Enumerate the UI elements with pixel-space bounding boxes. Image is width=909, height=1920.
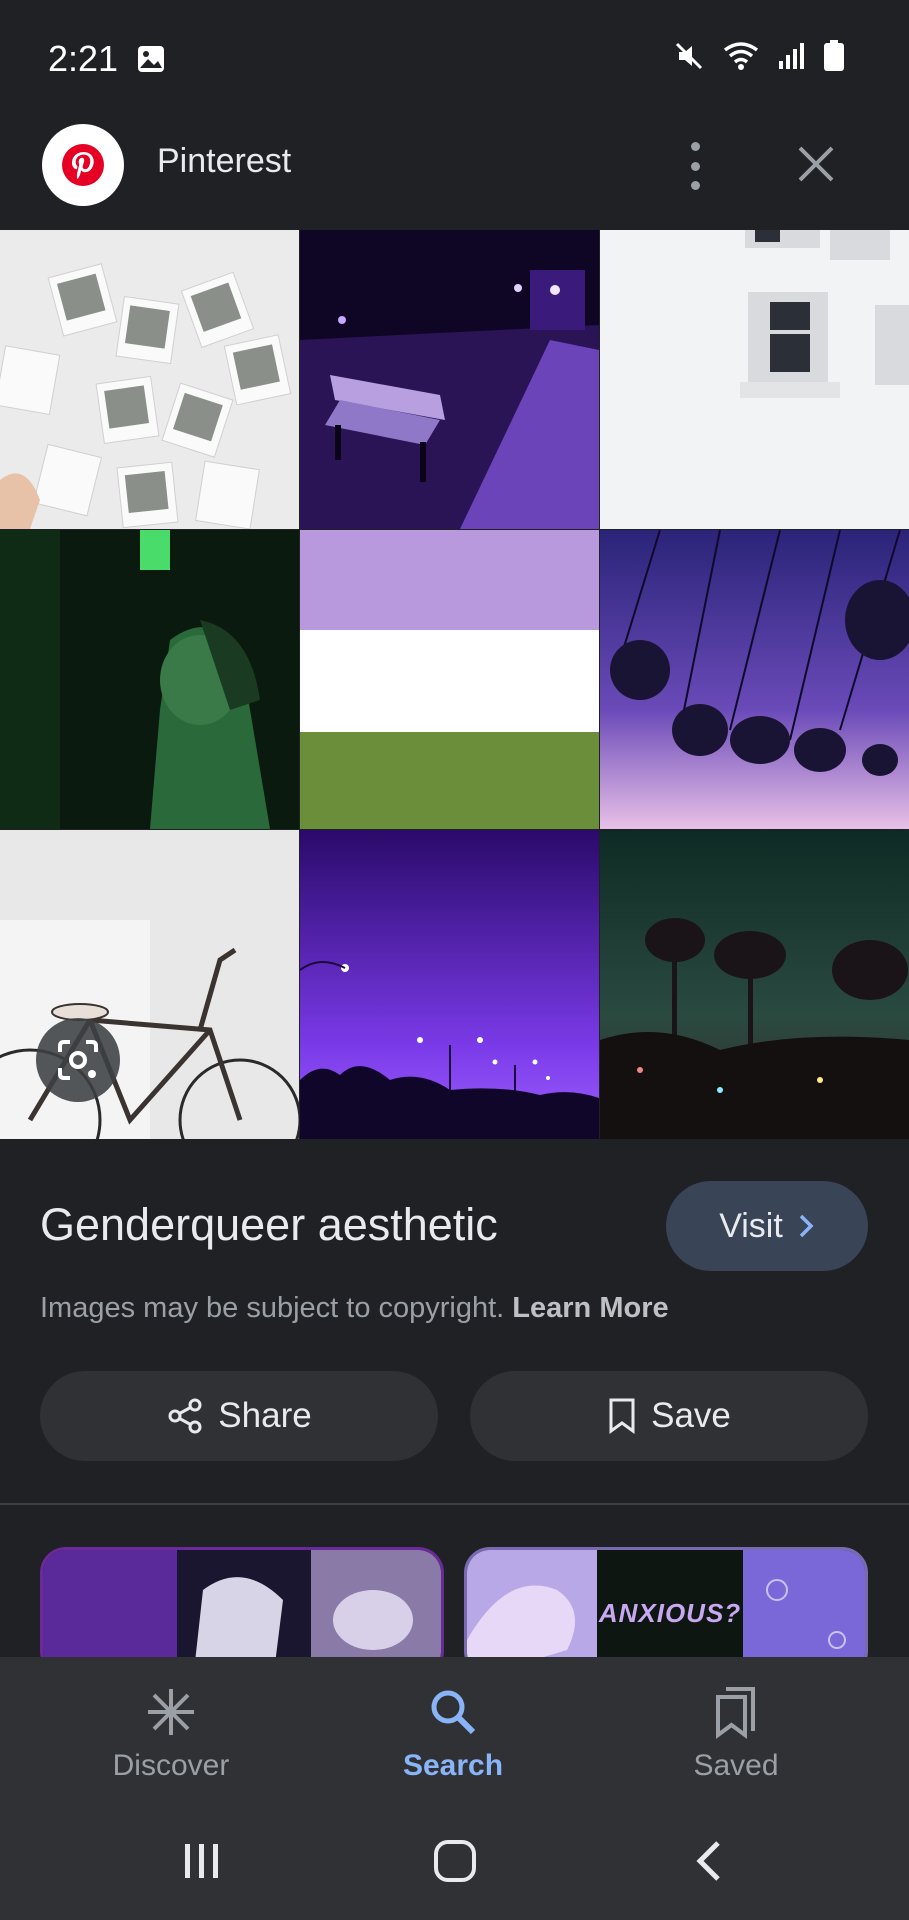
copyright-text: Images may be subject to copyright. <box>40 1292 505 1324</box>
close-icon <box>798 146 834 182</box>
tile-white-bicycle[interactable] <box>0 830 299 1139</box>
lens-icon <box>58 1040 98 1080</box>
source-name[interactable]: Pinterest <box>157 142 291 181</box>
flag-stripe-white <box>300 630 599 732</box>
system-navigation <box>0 1797 909 1920</box>
asterisk-icon <box>148 1689 194 1735</box>
status-icons <box>673 40 845 77</box>
mute-icon <box>673 40 705 77</box>
recents-icon <box>185 1844 218 1878</box>
wifi-icon <box>721 40 761 77</box>
related-images: ANXIOUS? <box>0 1505 909 1657</box>
source-header: Pinterest <box>0 100 909 230</box>
save-label: Save <box>651 1396 731 1435</box>
pinterest-logo-icon[interactable] <box>42 124 124 206</box>
tile-genderqueer-flag[interactable] <box>300 530 599 829</box>
back-button[interactable] <box>680 1831 740 1891</box>
share-icon <box>168 1398 202 1434</box>
chevron-right-icon <box>799 1214 814 1238</box>
learn-more-link[interactable]: Learn More <box>512 1292 668 1324</box>
lens-search-button[interactable] <box>36 1018 120 1102</box>
result-info: Genderqueer aesthetic Visit Images may b… <box>0 1139 909 1503</box>
related-card-text: ANXIOUS? <box>598 1598 742 1628</box>
nav-discover[interactable]: Discover <box>71 1685 271 1783</box>
nav-search-label: Search <box>402 1749 504 1782</box>
signal-icon <box>777 41 807 76</box>
nav-saved[interactable]: Saved <box>636 1685 836 1783</box>
nav-search[interactable]: Search <box>353 1685 553 1783</box>
more-options-button[interactable] <box>670 138 720 194</box>
visit-button[interactable]: Visit <box>666 1181 868 1271</box>
status-time: 2:21 <box>48 38 119 79</box>
image-grid[interactable] <box>0 230 909 1139</box>
dot-icon <box>690 142 700 151</box>
nav-saved-label: Saved <box>693 1749 779 1782</box>
tile-purple-swing-ride[interactable] <box>600 530 909 829</box>
related-card[interactable] <box>40 1547 444 1657</box>
nav-discover-label: Discover <box>112 1749 230 1782</box>
dot-icon <box>690 181 700 190</box>
image-icon <box>136 44 166 79</box>
bottom-navigation: Discover Search Saved <box>0 1657 909 1797</box>
back-icon <box>696 1841 720 1881</box>
visit-label: Visit <box>719 1206 783 1245</box>
dot-icon <box>690 161 700 171</box>
tile-white-building-window[interactable] <box>600 230 909 529</box>
tile-purple-park-bench[interactable] <box>300 230 599 529</box>
home-button[interactable] <box>425 1831 485 1891</box>
bookmarks-icon <box>716 1687 755 1739</box>
status-bar: 2:21 <box>0 0 909 100</box>
save-button[interactable]: Save <box>470 1371 868 1461</box>
tile-polaroids-collage[interactable] <box>0 230 299 529</box>
tile-purple-streetlights[interactable] <box>300 830 599 1139</box>
share-label: Share <box>218 1396 312 1435</box>
tile-green-palm-trees[interactable] <box>600 830 909 1139</box>
result-title: Genderqueer aesthetic <box>40 1199 498 1250</box>
share-button[interactable]: Share <box>40 1371 438 1461</box>
flag-stripe-lavender <box>300 530 599 630</box>
recents-button[interactable] <box>172 1831 232 1891</box>
bookmark-icon <box>609 1398 635 1434</box>
battery-icon <box>823 40 845 77</box>
tile-green-couple[interactable] <box>0 530 299 829</box>
copyright-notice: Images may be subject to copyright. Lear… <box>40 1292 669 1325</box>
related-card[interactable]: ANXIOUS? <box>464 1547 868 1657</box>
close-button[interactable] <box>788 136 844 192</box>
search-icon <box>431 1690 476 1735</box>
home-icon <box>434 1840 476 1882</box>
flag-stripe-green <box>300 732 599 829</box>
